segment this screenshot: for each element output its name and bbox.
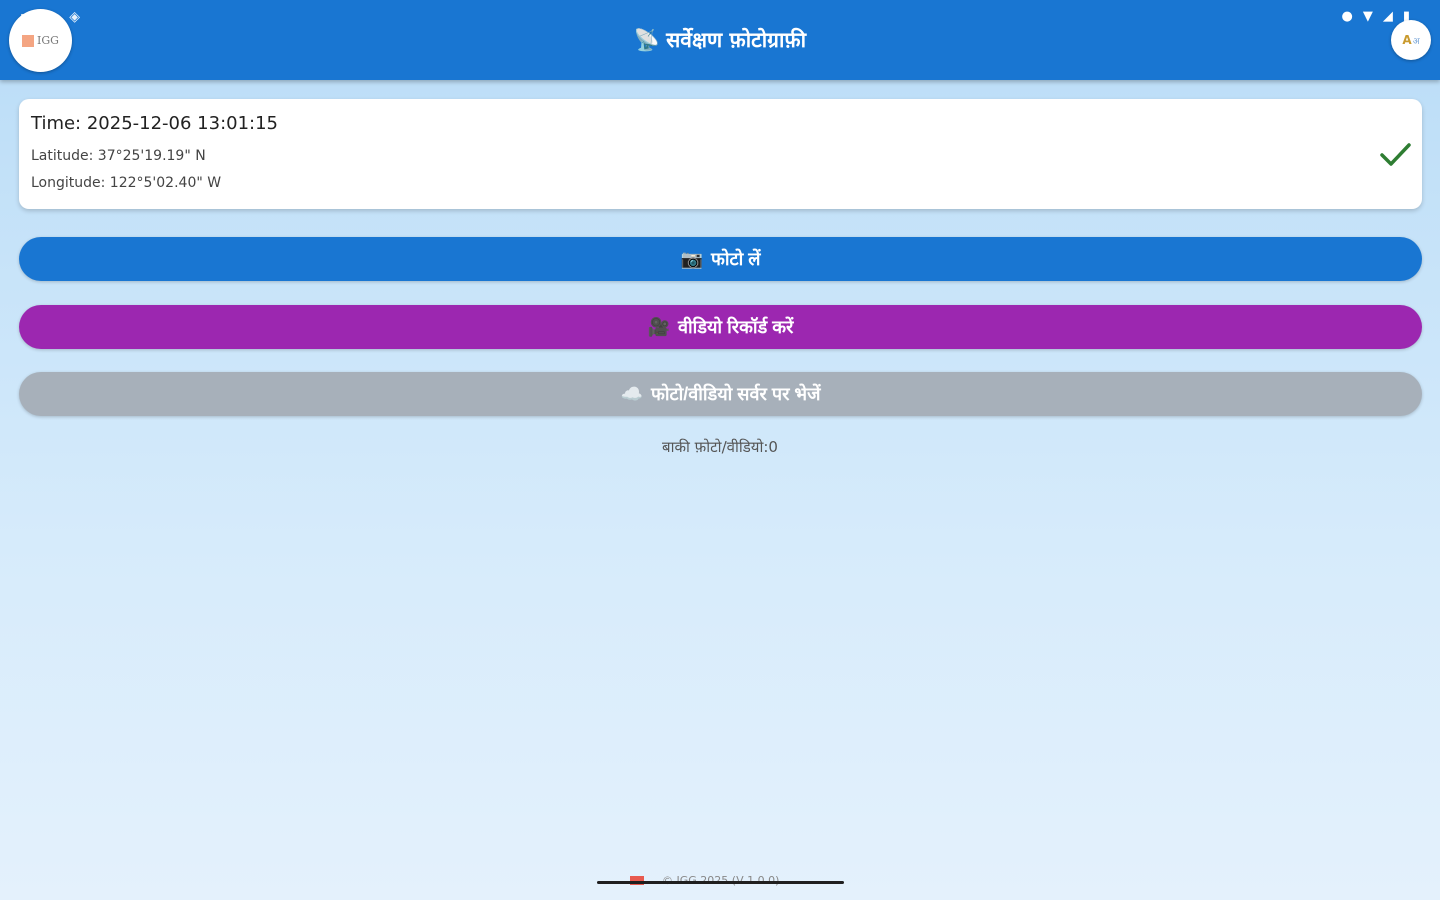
- upload-label: फोटो/वीडियो सर्वर पर भेजें: [650, 384, 821, 404]
- take-photo-button[interactable]: 📷 फोटो लें: [19, 237, 1422, 281]
- remaining-count: बाकी फ़ोटो/वीडियो:0: [662, 438, 778, 456]
- take-photo-label: फोटो लें: [710, 249, 761, 269]
- longitude-text: Longitude: 122°5'02.40" W: [31, 175, 222, 191]
- wifi-icon: ▼: [1362, 9, 1373, 24]
- cloud-icon: ☁️: [620, 383, 643, 404]
- app-bar: ▪ ⊘ ◈ ● ▼ ◢ ▮ IGG 📡सर्वेक्षण फ़ोटोग्राफ़…: [0, 0, 1440, 80]
- page-title: 📡 सर्वेक्षण फ़ोटोग्राफ़ी: [0, 26, 1440, 54]
- satellite-icon: 📡: [633, 28, 661, 52]
- check-icon: [1380, 143, 1411, 166]
- record-video-button[interactable]: 🎥 वीडियो रिकॉर्ड करें: [19, 305, 1422, 349]
- location-card: Time: 2025-12-06 13:01:15 Latitude: 37°2…: [19, 99, 1422, 209]
- signal-icon: ◢: [1382, 9, 1393, 24]
- location-icon: ◈: [69, 9, 81, 25]
- page-title-text: सर्वेक्षण फ़ोटोग्राफ़ी: [666, 28, 807, 52]
- translate-icon: A: [1402, 33, 1412, 47]
- video-camera-icon: 🎥: [647, 316, 670, 337]
- time-text: Time: 2025-12-06 13:01:15: [31, 113, 279, 134]
- upload-button[interactable]: ☁️ फोटो/वीडियो सर्वर पर भेजें: [19, 372, 1422, 416]
- language-button[interactable]: Aअ: [1391, 20, 1431, 60]
- camera-icon: 📷: [680, 248, 703, 269]
- record-video-label: वीडियो रिकॉर्ड करें: [678, 317, 794, 337]
- location-pin-icon: ●: [1341, 9, 1353, 24]
- latitude-text: Latitude: 37°25'19.19" N: [31, 148, 206, 164]
- translate-icon-secondary: अ: [1412, 36, 1420, 47]
- home-indicator[interactable]: [597, 881, 844, 884]
